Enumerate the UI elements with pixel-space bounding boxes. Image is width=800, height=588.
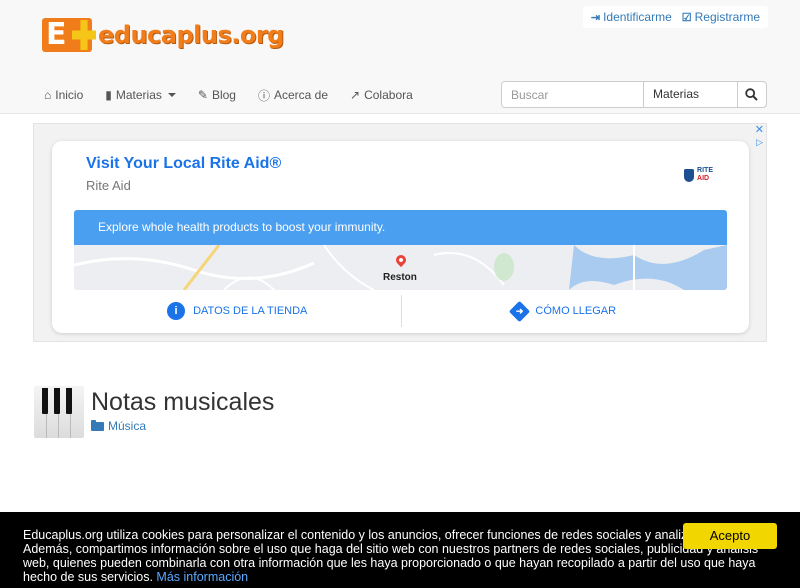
chevron-down-icon: [167, 93, 176, 97]
ad-close-icon[interactable]: ✕: [755, 125, 764, 136]
search-input[interactable]: [502, 82, 643, 107]
info-icon: ⓘ: [257, 88, 270, 103]
login-link[interactable]: ⇥ Identificarme: [591, 10, 672, 24]
nav-about[interactable]: ⓘ Acerca de: [258, 87, 328, 104]
adchoices-icon[interactable]: ▷: [756, 137, 763, 148]
cookie-message: Educaplus.org utiliza cookies para perso…: [23, 528, 759, 584]
user-links: ⇥ Identificarme ☑ Registrarme: [582, 6, 768, 28]
category-label: Música: [108, 419, 147, 433]
logo-badge: E: [42, 18, 96, 52]
page: E educaplus.org ⇥ Identificarme ☑ Regist…: [0, 0, 800, 588]
share-icon: ↗: [350, 88, 361, 102]
cookie-banner: Educaplus.org utiliza cookies para perso…: [0, 512, 800, 588]
pencil-icon: ✎: [197, 88, 208, 102]
nav-blog[interactable]: ✎ Blog: [198, 88, 236, 102]
ad-subtitle: Rite Aid: [86, 178, 131, 193]
info-icon: i: [167, 302, 186, 320]
edit-check-icon: ☑: [681, 11, 692, 24]
site-header: E educaplus.org ⇥ Identificarme ☑ Regist…: [0, 0, 800, 114]
folder-open-icon: [91, 419, 104, 431]
nav-contribute-label: Colabora: [364, 88, 413, 102]
book-icon: ▮: [105, 88, 112, 102]
rite-aid-logo: RITE AID: [684, 167, 713, 183]
ad-title[interactable]: Visit Your Local Rite Aid®: [86, 155, 281, 173]
directions-label: CÓMO LLEGAR: [535, 305, 617, 317]
register-label: Registrarme: [694, 10, 760, 24]
more-info-link[interactable]: Más información: [156, 570, 248, 584]
category-select[interactable]: Materias: [643, 82, 737, 107]
piano-icon: [34, 386, 84, 438]
page-title: Notas musicales: [91, 388, 275, 416]
ad-map[interactable]: Reston: [74, 245, 727, 290]
directions-icon: ➜: [509, 300, 531, 322]
home-icon: ⌂: [44, 88, 52, 102]
nav-blog-label: Blog: [211, 88, 236, 102]
sign-in-icon: ⇥: [590, 11, 601, 24]
nav-about-label: Acerca de: [274, 88, 329, 102]
search-button[interactable]: [736, 82, 766, 107]
register-link[interactable]: ☑ Registrarme: [682, 10, 760, 24]
category-link[interactable]: Música: [91, 419, 146, 433]
shield-icon: [684, 168, 695, 182]
ad-banner[interactable]: Explore whole health products to boost y…: [74, 210, 727, 245]
directions-button[interactable]: ➜ CÓMO LLEGAR: [400, 295, 728, 327]
login-label: Identificarme: [603, 10, 672, 24]
ad-logo-line2: AID: [697, 175, 710, 182]
logo-text: educaplus.org: [98, 21, 284, 49]
site-logo[interactable]: E educaplus.org: [42, 18, 284, 52]
store-details-label: DATOS DE LA TIENDA: [193, 305, 308, 317]
cookie-text: Educaplus.org utiliza cookies para perso…: [23, 528, 783, 584]
nav-home[interactable]: ⌂ Inicio: [44, 88, 83, 102]
ad-logo-line1: RITE: [697, 167, 713, 174]
accept-cookies-button[interactable]: Acepto: [683, 523, 777, 549]
ad-container: ✕ ▷ Visit Your Local Rite Aid® Rite Aid …: [33, 123, 767, 342]
navbar: ⌂ Inicio ▮ Materias ✎ Blog ⓘ Acerca de ↗…: [0, 76, 800, 114]
main-nav: ⌂ Inicio ▮ Materias ✎ Blog ⓘ Acerca de ↗…: [44, 76, 435, 114]
search-form: Materias: [501, 81, 767, 108]
search-icon: [745, 88, 758, 101]
store-details-button[interactable]: i DATOS DE LA TIENDA: [74, 295, 401, 327]
ad-card[interactable]: Visit Your Local Rite Aid® Rite Aid RITE…: [52, 141, 749, 333]
nav-subjects-label: Materias: [115, 88, 162, 102]
nav-subjects[interactable]: ▮ Materias: [105, 88, 176, 102]
nav-contribute[interactable]: ↗ Colabora: [350, 88, 413, 102]
map-label: Reston: [383, 272, 417, 283]
ad-actions: i DATOS DE LA TIENDA ➜ CÓMO LLEGAR: [74, 295, 727, 327]
nav-home-label: Inicio: [55, 88, 84, 102]
